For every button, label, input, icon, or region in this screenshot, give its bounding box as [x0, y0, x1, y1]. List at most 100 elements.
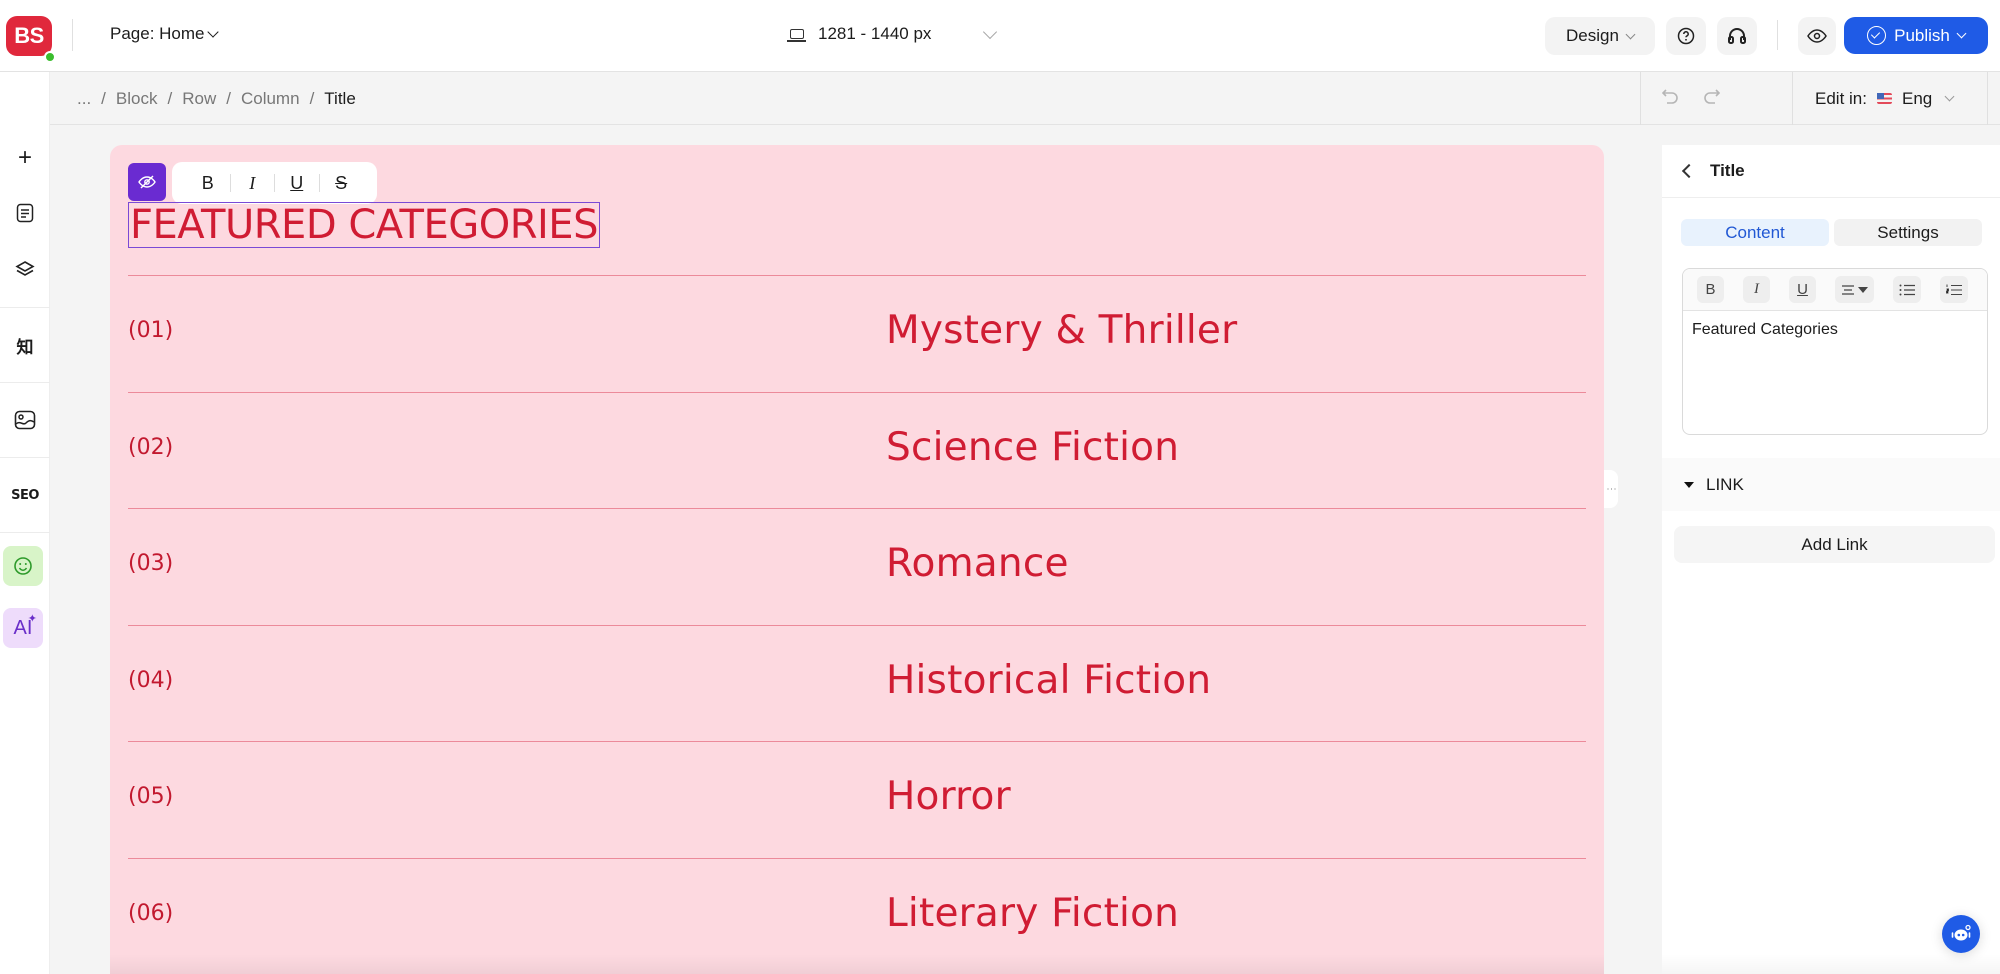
add-link-button[interactable]: Add Link	[1674, 526, 1995, 563]
underline-button[interactable]: U	[1789, 276, 1816, 303]
page-selector[interactable]: Page: Home	[110, 24, 219, 44]
divider	[0, 457, 50, 458]
category-name: Mystery & Thriller	[886, 308, 1238, 353]
page-canvas: B I U S FEATURED CATEGORIES (01) Mystery…	[110, 145, 1604, 974]
selected-title-element[interactable]: FEATURED CATEGORIES	[128, 202, 600, 248]
top-bar: BS Page: Home 1281 - 1440 px Design Publ…	[0, 0, 2000, 72]
breadcrumb-current: Title	[324, 89, 356, 108]
category-number: (05)	[128, 784, 174, 809]
preview-button[interactable]	[1798, 17, 1836, 55]
divider	[72, 19, 73, 51]
sidebar-item-ai[interactable]: AI ✦	[3, 608, 43, 648]
link-section-toggle[interactable]: LINK	[1662, 458, 2000, 511]
category-number: (03)	[128, 551, 174, 576]
panel-bottom-shadow	[1662, 954, 2000, 974]
viewport-selector[interactable]: 1281 - 1440 px	[787, 24, 998, 44]
publish-button[interactable]: Publish	[1844, 17, 1988, 54]
breadcrumb-item[interactable]: Row	[182, 89, 216, 109]
sparkle-icon: ✦	[27, 613, 37, 625]
app-logo[interactable]: BS	[6, 16, 52, 56]
sidebar-item-seo[interactable]: SEO	[0, 470, 50, 520]
language-selector[interactable]: Edit in: Eng	[1792, 72, 1988, 125]
online-status-dot	[44, 51, 56, 63]
chevron-down-icon	[983, 24, 998, 40]
robot-icon	[1951, 924, 1971, 941]
category-name: Literary Fiction	[886, 890, 1180, 936]
viewport-range: 1281 - 1440 px	[818, 24, 932, 43]
bold-button[interactable]: B	[186, 173, 230, 194]
image-icon	[14, 410, 36, 430]
breadcrumb-item[interactable]: Column	[241, 89, 300, 109]
rich-text-editor: B I U Featured Categories	[1682, 268, 1988, 435]
sidebar-item-knowledge[interactable]: 知	[0, 320, 50, 370]
knowledge-icon: 知	[16, 337, 34, 358]
undo-icon	[1661, 88, 1678, 104]
italic-button[interactable]: I	[1743, 276, 1770, 303]
category-name: Science Fiction	[886, 424, 1180, 470]
category-list: (01) Mystery & Thriller (02) Science Fic…	[128, 275, 1586, 974]
undo-button[interactable]	[1661, 86, 1681, 112]
language-value: Eng	[1901, 88, 1933, 108]
divider	[0, 532, 50, 533]
eye-off-icon	[138, 175, 156, 189]
category-row[interactable]: (03) Romance	[128, 508, 1586, 625]
chat-assistant-button[interactable]	[1942, 915, 1980, 953]
section-title[interactable]: FEATURED CATEGORIES	[130, 203, 598, 247]
italic-button[interactable]: I	[230, 173, 274, 194]
headphones-icon	[1728, 28, 1746, 44]
chevron-down-icon	[1944, 91, 1955, 102]
category-name: Horror	[886, 774, 1011, 819]
editor-content[interactable]: Featured Categories	[1683, 311, 1987, 349]
sidebar-item-media[interactable]	[0, 395, 50, 445]
hide-element-button[interactable]	[128, 163, 166, 201]
smile-icon	[14, 557, 32, 575]
bold-button[interactable]: B	[1697, 276, 1724, 303]
help-icon	[1677, 27, 1695, 45]
inline-format-toolbar: B I U S	[172, 162, 377, 204]
left-sidebar: + 知 SEO AI ✦	[0, 72, 50, 974]
bullet-list-button[interactable]	[1893, 276, 1921, 303]
category-number: (01)	[128, 318, 174, 343]
us-flag-icon	[1876, 93, 1892, 104]
bullet-list-icon	[1899, 284, 1915, 295]
category-row[interactable]: (02) Science Fiction	[128, 391, 1586, 509]
eye-icon	[1807, 29, 1827, 43]
category-row[interactable]: (05) Horror	[128, 741, 1586, 858]
category-row[interactable]: (04) Historical Fiction	[128, 624, 1586, 742]
sidebar-item-add[interactable]: +	[0, 133, 50, 183]
tab-settings[interactable]: Settings	[1834, 219, 1982, 246]
canvas-resize-handle[interactable]: ⋮	[1604, 470, 1618, 508]
breadcrumb-separator: /	[226, 89, 231, 108]
link-section-label: LINK	[1706, 474, 1744, 494]
category-row[interactable]: (01) Mystery & Thriller	[128, 275, 1586, 392]
sidebar-item-feedback[interactable]	[3, 546, 43, 586]
breadcrumb-item[interactable]: Block	[116, 89, 158, 109]
support-button[interactable]	[1717, 17, 1757, 55]
panel-tabs: Content Settings	[1662, 198, 2000, 246]
align-dropdown[interactable]	[1835, 276, 1874, 303]
design-mode-button[interactable]: Design	[1545, 17, 1655, 55]
tab-content[interactable]: Content	[1681, 219, 1829, 246]
edit-in-label: Edit in:	[1815, 88, 1867, 108]
back-chevron-icon[interactable]	[1681, 163, 1697, 179]
chevron-down-icon	[1956, 28, 1967, 39]
breadcrumb-item[interactable]: ...	[77, 89, 91, 109]
redo-icon	[1704, 88, 1721, 104]
breadcrumb-separator: /	[167, 89, 173, 108]
sidebar-item-layers[interactable]	[0, 244, 50, 294]
help-button[interactable]	[1666, 17, 1706, 55]
strikethrough-button[interactable]: S	[319, 173, 363, 194]
numbered-list-button[interactable]	[1940, 276, 1968, 303]
design-label: Design	[1566, 26, 1619, 45]
redo-button[interactable]	[1701, 86, 1721, 112]
underline-button[interactable]: U	[275, 173, 319, 194]
breadcrumb: ... / Block / Row / Column / Title	[77, 89, 356, 109]
align-center-icon	[1842, 284, 1854, 295]
breadcrumb-separator: /	[309, 89, 315, 108]
category-name: Historical Fiction	[886, 657, 1212, 703]
category-number: (04)	[128, 667, 174, 693]
category-number: (02)	[128, 434, 174, 460]
panel-header: Title	[1662, 145, 2000, 198]
publish-label: Publish	[1894, 25, 1950, 45]
sidebar-item-pages[interactable]	[0, 188, 50, 238]
